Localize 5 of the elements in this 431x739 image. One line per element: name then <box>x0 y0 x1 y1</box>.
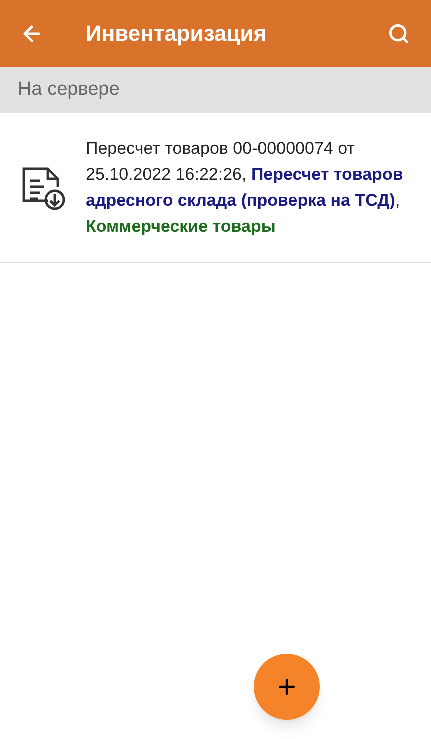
section-title: На сервере <box>18 78 120 102</box>
document-description: Пересчет товаров 00-00000074 от 25.10.2022 16:22:26, Пересчет товаров адресного склада (проверка на ТСД), Коммерческие товары <box>86 138 404 238</box>
search-icon <box>388 22 410 44</box>
screen-title: Инвентаризация <box>86 20 268 48</box>
document-list-item[interactable]: Пересчет товаров 00-00000074 от 25.10.2022 16:22:26, Пересчет товаров адресного склада (проверка на ТСД), Коммерческие товары <box>0 113 431 263</box>
